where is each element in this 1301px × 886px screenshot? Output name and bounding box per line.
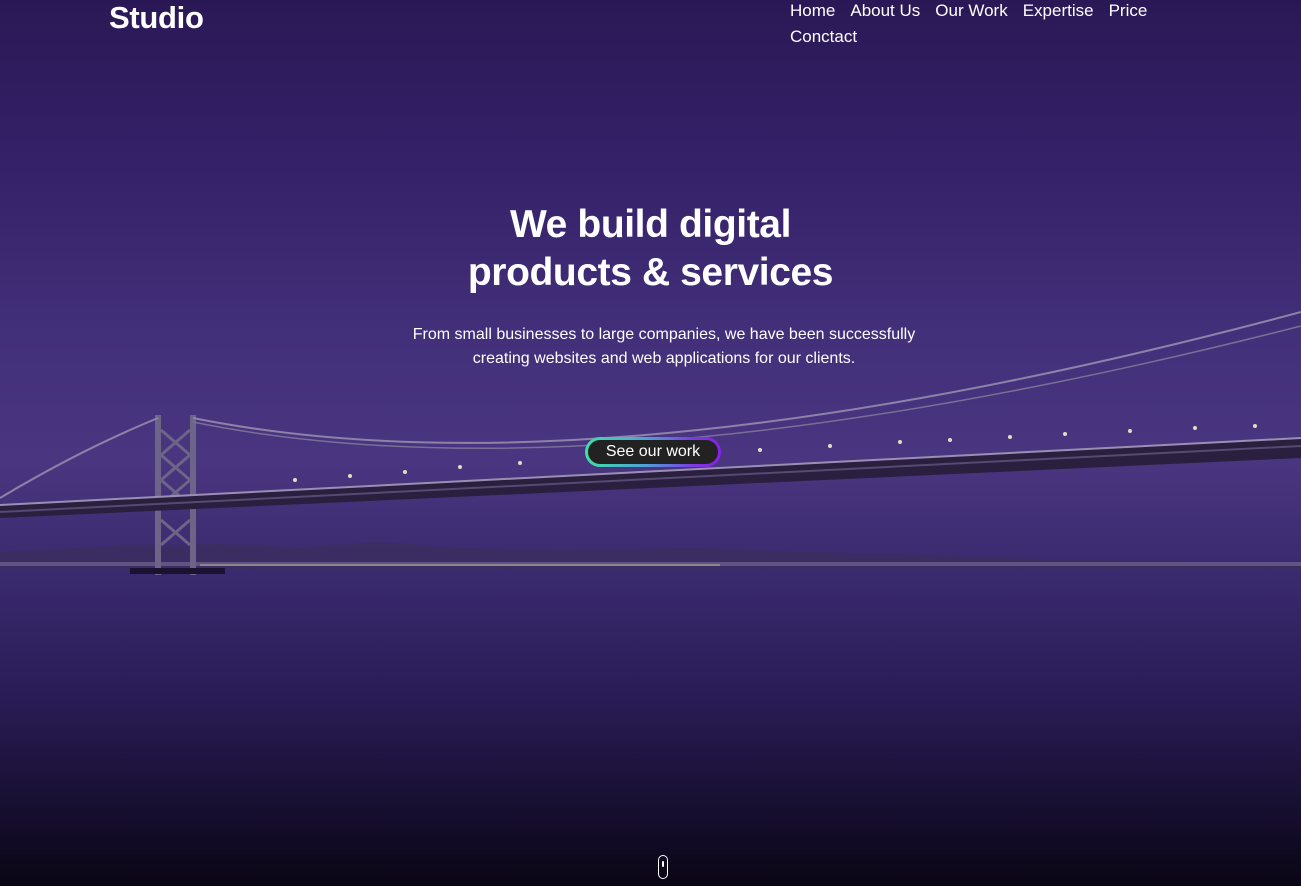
hero-subtitle: From small businesses to large companies… — [412, 326, 916, 367]
nav-item-contact[interactable]: Conctact — [790, 26, 857, 48]
nav-item-our-work[interactable]: Our Work — [935, 0, 1007, 22]
hero-headline-line2: products & services — [467, 251, 834, 294]
scroll-wheel-icon — [662, 861, 664, 867]
mouse-scroll-icon[interactable] — [658, 855, 668, 879]
hero-headline-line1: We build digital — [509, 203, 792, 246]
hero-section: Studio Home About Us Our Work Expertise … — [0, 0, 1301, 886]
nav-item-price[interactable]: Price — [1109, 0, 1148, 22]
see-our-work-button-border[interactable]: See our work — [585, 437, 721, 467]
nav-item-home[interactable]: Home — [790, 0, 835, 22]
nav-item-about-us[interactable]: About Us — [850, 0, 920, 22]
nav-item-expertise[interactable]: Expertise — [1023, 0, 1094, 22]
see-our-work-button[interactable]: See our work — [588, 440, 718, 464]
hero-headline: We build digital products & services — [0, 201, 1301, 297]
brand-logo[interactable]: Studio — [109, 0, 204, 36]
main-nav: Home About Us Our Work Expertise Price C… — [790, 0, 1170, 48]
